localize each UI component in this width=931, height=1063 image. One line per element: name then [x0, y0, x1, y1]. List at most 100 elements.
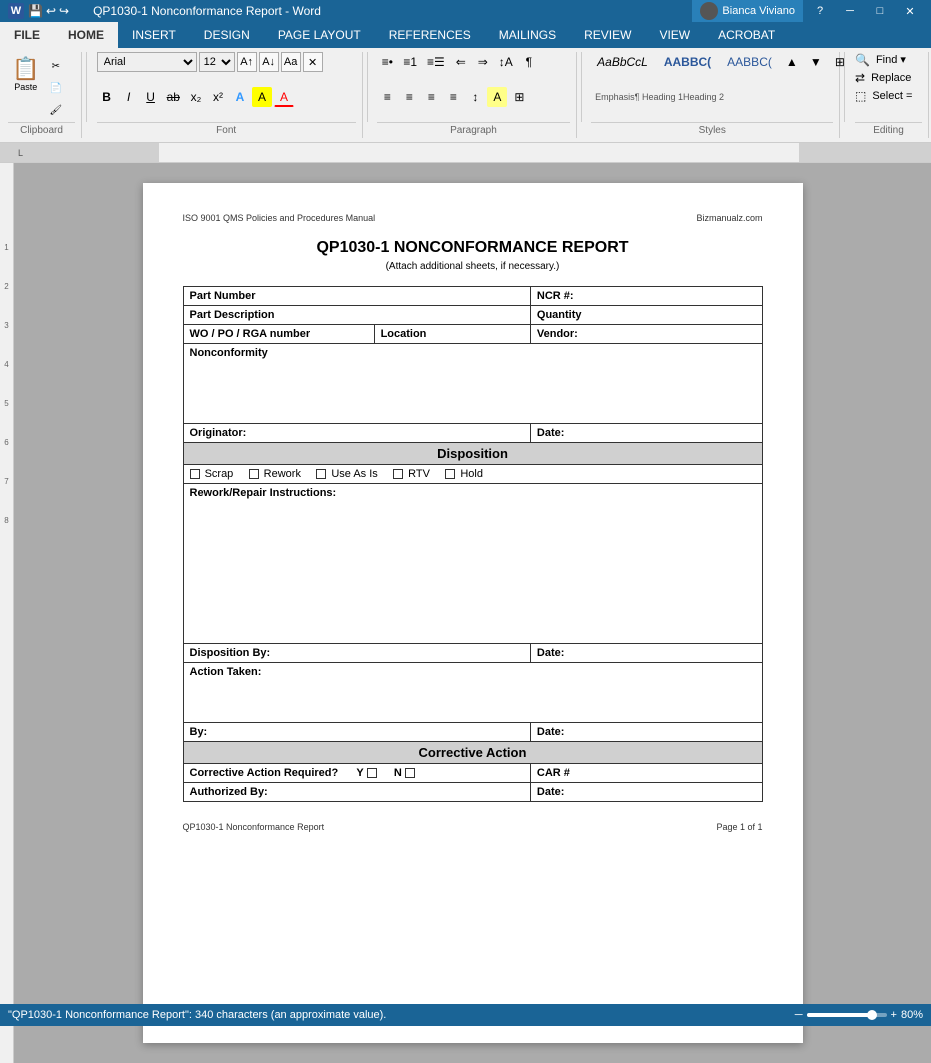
hold-label: Hold [460, 468, 483, 480]
close-btn[interactable]: ✕ [897, 0, 923, 22]
text-effects-button[interactable]: A [230, 87, 250, 107]
cut-button[interactable]: ✂ [45, 56, 66, 76]
checkbox-rework[interactable]: Rework [249, 468, 304, 480]
style-heading1[interactable]: AABBC( [658, 53, 717, 71]
clear-format-button[interactable]: ✕ [303, 52, 323, 72]
subscript-button[interactable]: x₂ [186, 87, 206, 107]
style-emphasis[interactable]: AaBbCcL [591, 53, 654, 71]
document-title: QP1030-1 NONCONFORMANCE REPORT [183, 239, 763, 257]
help-btn[interactable]: ? [807, 0, 833, 22]
font-grow-button[interactable]: A↑ [237, 52, 257, 72]
redo-icon[interactable]: ↪ [59, 4, 69, 18]
select-row: ⬚ Select = [855, 89, 916, 103]
restore-btn[interactable]: □ [867, 0, 893, 22]
ruler-mark-5: 5 [4, 399, 8, 408]
tab-page-layout[interactable]: PAGE LAYOUT [264, 22, 375, 48]
styles-scroll-down[interactable]: ▼ [806, 52, 826, 72]
hold-checkbox-icon[interactable] [445, 469, 455, 479]
sort-button[interactable]: ↕A [495, 52, 517, 72]
tab-acrobat[interactable]: ACROBAT [704, 22, 789, 48]
rework-checkbox-icon[interactable] [249, 469, 259, 479]
tab-home[interactable]: HOME [54, 22, 118, 48]
underline-button[interactable]: U [141, 87, 161, 107]
copy-button[interactable]: 📄 [45, 78, 66, 98]
find-icon: 🔍 [855, 53, 870, 67]
checkbox-use-as-is[interactable]: Use As Is [316, 468, 381, 480]
align-center-button[interactable]: ≡ [399, 87, 419, 107]
checkbox-rtv[interactable]: RTV [393, 468, 433, 480]
tab-file[interactable]: FILE [0, 22, 54, 48]
save-icon[interactable]: 💾 [28, 4, 43, 18]
tab-review[interactable]: REVIEW [570, 22, 645, 48]
tab-references[interactable]: REFERENCES [375, 22, 485, 48]
multilevel-list-button[interactable]: ≡☰ [423, 52, 449, 72]
superscript-button[interactable]: x² [208, 87, 228, 107]
bold-button[interactable]: B [97, 87, 117, 107]
decrease-indent-button[interactable]: ⇐ [451, 52, 471, 72]
increase-indent-button[interactable]: ⇒ [473, 52, 493, 72]
scrap-checkbox-icon[interactable] [190, 469, 200, 479]
row-disposition-by: Disposition By: Date: [183, 644, 762, 663]
zoom-slider[interactable] [807, 1013, 887, 1017]
tab-view[interactable]: VIEW [645, 22, 704, 48]
page-area: ISO 9001 QMS Policies and Procedures Man… [14, 163, 931, 1063]
checkbox-hold[interactable]: Hold [445, 468, 483, 480]
vendor-label: Vendor: [530, 325, 762, 344]
zoom-plus-icon[interactable]: + [891, 1009, 897, 1021]
font-family-select[interactable]: Arial [97, 52, 197, 72]
font-size-select[interactable]: 12 [199, 52, 235, 72]
group-font: Arial 12 A↑ A↓ Aa ✕ B I U ab x₂ x² [91, 52, 363, 138]
tab-mailings[interactable]: MAILINGS [485, 22, 570, 48]
shading-button[interactable]: A [487, 87, 507, 107]
originator-label: Originator: [183, 424, 530, 443]
styles-expand[interactable]: ⊞ [830, 52, 850, 72]
tab-design[interactable]: DESIGN [190, 22, 264, 48]
italic-button[interactable]: I [119, 87, 139, 107]
justify-button[interactable]: ≡ [443, 87, 463, 107]
rtv-checkbox-icon[interactable] [393, 469, 403, 479]
group-paragraph: ≡• ≡1 ≡☰ ⇐ ⇒ ↕A ¶ ≡ ≡ ≡ ≡ ↕ A ⊞ [371, 52, 576, 138]
yes-checkbox-icon[interactable] [367, 768, 377, 778]
font-shrink-button[interactable]: A↓ [259, 52, 279, 72]
borders-button[interactable]: ⊞ [509, 87, 529, 107]
row-originator: Originator: Date: [183, 424, 762, 443]
styles-scroll-up[interactable]: ▲ [782, 52, 802, 72]
styles-label: Styles [591, 122, 833, 138]
minimize-btn[interactable]: ─ [837, 0, 863, 22]
separator-4 [844, 52, 845, 122]
find-button[interactable]: Find ▾ [872, 52, 910, 67]
style-heading2[interactable]: AABBC( [721, 53, 778, 71]
footer-left: QP1030-1 Nonconformance Report [183, 822, 325, 832]
replace-button[interactable]: Replace [867, 71, 915, 85]
select-button[interactable]: Select = [868, 89, 916, 103]
paste-button[interactable]: 📋 Paste [8, 52, 43, 96]
row-corrective-action-header: Corrective Action [183, 742, 762, 764]
rework-label: Rework [264, 468, 301, 480]
zoom-minus-icon[interactable]: ─ [795, 1009, 803, 1021]
align-left-button[interactable]: ≡ [377, 87, 397, 107]
numbering-button[interactable]: ≡1 [399, 52, 421, 72]
title-bar-left: W 💾 ↩ ↪ QP1030-1 Nonconformance Report -… [8, 3, 321, 19]
rework-instructions-label: Rework/Repair Instructions: [183, 484, 762, 644]
styles-label-h1: ¶ Heading 1 [635, 92, 683, 102]
font-color-button[interactable]: A [274, 87, 294, 107]
bullets-button[interactable]: ≡• [377, 52, 397, 72]
vertical-ruler: 1 2 3 4 5 6 7 8 [0, 163, 14, 1063]
show-formatting-button[interactable]: ¶ [519, 52, 539, 72]
tab-insert[interactable]: INSERT [118, 22, 190, 48]
format-painter-button[interactable]: 🖌 [45, 100, 66, 120]
header-left: ISO 9001 QMS Policies and Procedures Man… [183, 213, 376, 223]
use-as-is-checkbox-icon[interactable] [316, 469, 326, 479]
line-spacing-button[interactable]: ↕ [465, 87, 485, 107]
change-case-button[interactable]: Aa [281, 52, 301, 72]
strikethrough-button[interactable]: ab [163, 87, 184, 107]
align-right-button[interactable]: ≡ [421, 87, 441, 107]
no-checkbox-icon[interactable] [405, 768, 415, 778]
editing-items: 🔍 Find ▾ ⇄ Replace ⬚ Select = [855, 52, 922, 120]
editing-label: Editing [855, 122, 922, 138]
zoom-thumb[interactable] [867, 1010, 877, 1020]
quantity-label: Quantity [530, 306, 762, 325]
undo-icon[interactable]: ↩ [46, 4, 56, 18]
highlight-button[interactable]: A [252, 87, 272, 107]
checkbox-scrap[interactable]: Scrap [190, 468, 237, 480]
